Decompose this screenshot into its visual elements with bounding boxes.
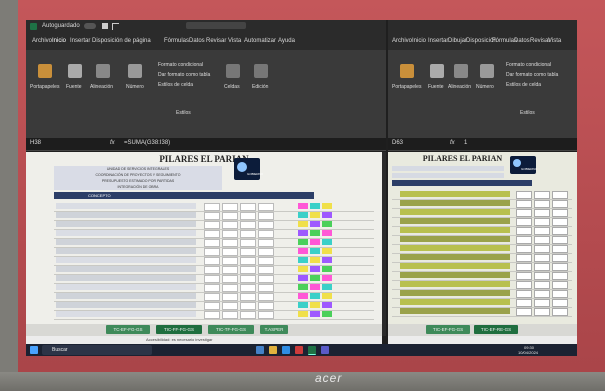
table-header: CONCEPTO [54, 192, 314, 199]
undo-icon[interactable] [112, 23, 119, 30]
cells-icon[interactable] [226, 64, 240, 78]
autosave-label: Autoguardado [42, 23, 80, 29]
right-fx-icon: fx [450, 140, 455, 146]
tab-vista[interactable]: Vista [228, 38, 241, 44]
table-row[interactable] [54, 310, 374, 320]
left-spreadsheet[interactable]: PILARES EL PARIAN UNIDAD DE SERVICIOS IN… [26, 152, 382, 324]
excel-logo-icon [30, 23, 37, 30]
right-conditional-format-button[interactable]: Formato condicional [506, 62, 551, 68]
right-government-logo: GOBIERNO [510, 156, 537, 174]
number-format-icon[interactable] [128, 64, 142, 78]
taskbar-search[interactable]: Buscar [42, 345, 152, 355]
left-title-and-tabs: Autoguardado Archivo Inicio Insertar Dis… [26, 20, 386, 50]
right-sheet-tab-2[interactable]: TIC-EF-RE-GS [474, 325, 518, 334]
laptop-screen: Autoguardado Archivo Inicio Insertar Dis… [26, 20, 577, 356]
tab-formulas[interactable]: Fórmulas [164, 38, 189, 44]
desk-surface [0, 0, 18, 391]
taskbar-date[interactable]: 10/04/2024 [518, 350, 538, 355]
left-formula-bar: H38 fx =SUMA(G38:I38) [26, 138, 386, 151]
sheet-tab-2[interactable]: TIC-FF-FG-GS [156, 325, 202, 334]
tab-datos[interactable]: Datos [189, 38, 205, 44]
excel-taskbar-icon[interactable] [308, 346, 316, 355]
right-formula-input[interactable]: 1 [464, 140, 467, 146]
sheet-subtitle-4: INTEGRACIÓN DE OBRA [54, 184, 222, 190]
acer-logo: acer [315, 371, 343, 385]
group-alineacion: Alineación [90, 84, 114, 90]
group-portapapeles: Portapapeles [30, 84, 60, 90]
right-group-portapapeles: Portapapeles [392, 84, 422, 90]
right-title-and-tabs: Archivo Inicio Insertar Dibujar Disposic… [388, 20, 577, 50]
left-status-bar: Accesibilidad: es necesario investigar [26, 336, 382, 344]
right-status-bar [388, 336, 577, 344]
right-font-icon[interactable] [430, 64, 444, 78]
sheet-tab-3[interactable]: TIC-TF-FG-GS [208, 325, 254, 334]
teams-icon[interactable] [321, 346, 329, 354]
sheet-tab-1[interactable]: TC-EF-FG-GS [106, 325, 150, 334]
tab-ayuda[interactable]: Ayuda [278, 38, 295, 44]
left-ribbon: Portapapeles Fuente Alineación Número Fo… [26, 50, 386, 138]
sheet-title: PILARES EL PARIAN [159, 154, 249, 164]
laptop-base [0, 372, 605, 391]
group-numero: Número [126, 84, 144, 90]
right-ribbon: Portapapeles Fuente Alineación Número Fo… [388, 50, 577, 138]
group-fuente: Fuente [66, 84, 82, 90]
right-sheet-tabs: TIC-EF-FG-GS TIC-EF-RE-GS [388, 324, 577, 336]
file-explorer-icon[interactable] [269, 346, 277, 354]
window-divider [382, 152, 386, 336]
conditional-format-button[interactable]: Formato condicional [158, 62, 203, 68]
font-icon[interactable] [68, 64, 82, 78]
tab-inicio[interactable]: Inicio [52, 38, 66, 44]
store-icon[interactable] [295, 346, 303, 354]
fx-icon: fx [110, 140, 115, 146]
right-cell-styles-button[interactable]: Estilos de celda [506, 82, 541, 88]
windows-taskbar: Buscar 09:30 10/04/2024 [26, 344, 577, 356]
tab-archivo[interactable]: Archivo [32, 38, 52, 44]
left-sheet-tabs: TC-EF-FG-GS TIC-FF-FG-GS TIC-TF-FG-GS T.… [26, 324, 382, 336]
right-tab-datos[interactable]: Datos [514, 38, 530, 44]
taskbar-search-placeholder: Buscar [52, 347, 68, 353]
right-formula-bar: D63 fx 1 [388, 138, 577, 151]
accessibility-status[interactable]: Accesibilidad: es necesario investigar [146, 337, 212, 342]
right-format-as-table-button[interactable]: Dar formato como tabla [506, 72, 558, 78]
tab-revisar[interactable]: Revisar [206, 38, 226, 44]
tab-automatizar[interactable]: Automatizar [244, 38, 276, 44]
right-sheet-tab-1[interactable]: TIC-EF-FG-GS [426, 325, 470, 334]
right-tab-archivo[interactable]: Archivo [392, 38, 412, 44]
name-box[interactable]: H38 [30, 140, 41, 146]
title-search-box[interactable] [186, 22, 246, 29]
government-logo: GOBIERNO [234, 158, 263, 180]
right-group-fuente: Fuente [428, 84, 444, 90]
cell-styles-button[interactable]: Estilos de celda [158, 82, 193, 88]
right-group-estilos: Estilos [520, 110, 535, 116]
right-spreadsheet[interactable]: PILARES EL PARIAN GOBIERNO [388, 152, 577, 324]
edge-icon[interactable] [282, 346, 290, 354]
save-icon[interactable] [102, 23, 108, 29]
format-as-table-button[interactable]: Dar formato como tabla [158, 72, 210, 78]
tab-disposicion[interactable]: Disposición de página [92, 38, 151, 44]
right-name-box[interactable]: D63 [392, 140, 403, 146]
tab-insertar[interactable]: Insertar [70, 38, 90, 44]
paste-icon[interactable] [38, 64, 52, 78]
right-paste-icon[interactable] [400, 64, 414, 78]
right-number-icon[interactable] [480, 64, 494, 78]
group-celdas: Celdas [224, 84, 240, 90]
autosave-toggle[interactable] [84, 23, 96, 29]
formula-input[interactable]: =SUMA(G38:I38) [124, 140, 170, 146]
group-estilos: Estilos [176, 110, 191, 116]
right-tab-insertar[interactable]: Insertar [428, 38, 448, 44]
search-icon[interactable] [254, 64, 268, 78]
right-tab-dibujar[interactable]: Dibujar [448, 38, 467, 44]
right-group-alineacion: Alineación [448, 84, 472, 90]
right-tab-inicio[interactable]: Inicio [412, 38, 426, 44]
task-view-icon[interactable] [256, 346, 264, 354]
align-icon[interactable] [96, 64, 110, 78]
right-align-icon[interactable] [454, 64, 468, 78]
windows-start-icon[interactable] [30, 346, 38, 354]
right-tab-vista[interactable]: Vista [548, 38, 561, 44]
group-edicion: Edición [252, 84, 269, 90]
sheet-tab-4[interactable]: T.ASPER [260, 325, 288, 334]
table-row[interactable] [392, 307, 572, 317]
right-group-numero: Número [476, 84, 494, 90]
